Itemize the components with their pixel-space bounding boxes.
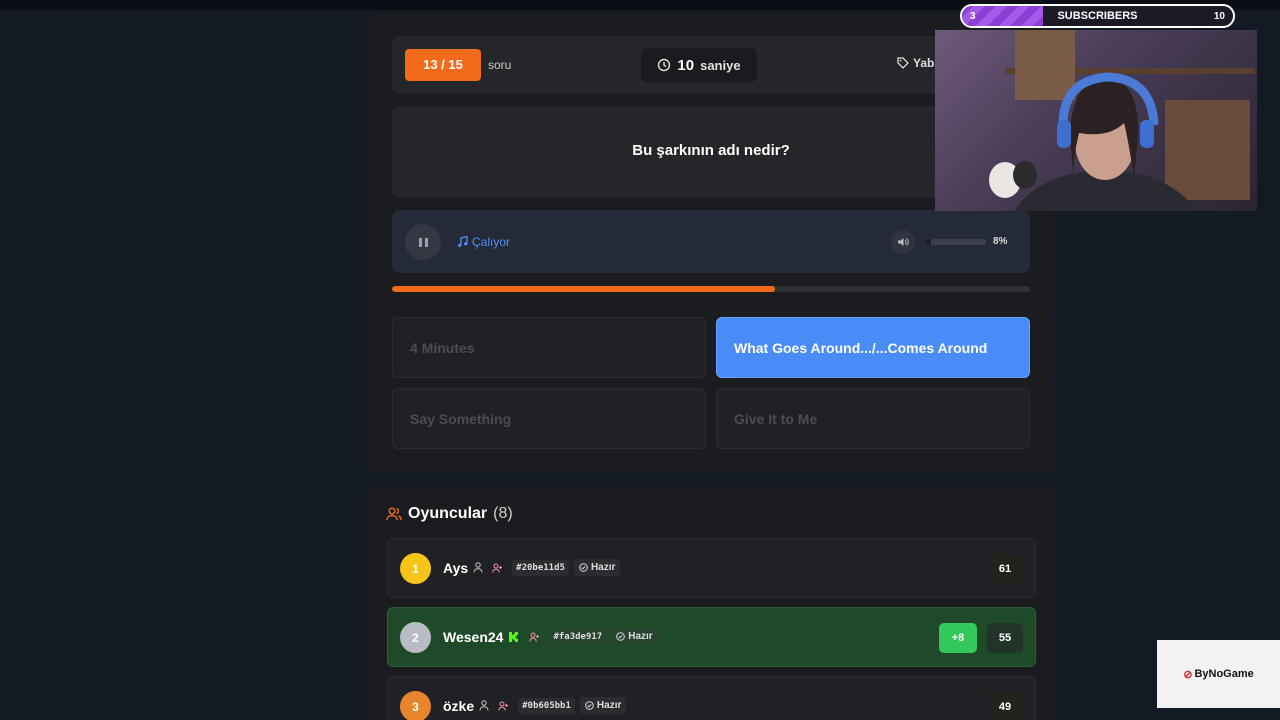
ready-badge: Hazır: [573, 559, 621, 576]
player-code: #fa3de917: [549, 628, 607, 645]
timer-value: 10: [677, 56, 695, 74]
players-heading: Oyuncular (8): [386, 505, 513, 523]
timer: 10 saniye: [641, 48, 757, 82]
player-code: #0b605bb1: [518, 697, 575, 714]
rank-badge: 3: [400, 691, 431, 720]
score-gain-badge: +8: [939, 623, 977, 653]
playing-label: Çalıyor: [472, 235, 511, 249]
ready-label: Hazır: [590, 562, 616, 573]
pause-icon-bar: [418, 237, 422, 247]
volume-button[interactable]: [891, 230, 915, 254]
player-score: 55: [987, 623, 1023, 653]
player-name: Ays: [443, 559, 469, 576]
subscriber-goal-bar: 3 SUBSCRIBERS 10: [960, 4, 1235, 28]
player-score: 61: [987, 554, 1023, 584]
pause-button[interactable]: [405, 224, 441, 260]
ready-badge: Hazır: [579, 697, 627, 714]
brand-logo: ⊘ ByNoGame: [1157, 640, 1280, 708]
streamer-figure: [989, 72, 1196, 211]
player-info: Wesen24 #fa3de917 Hazır: [443, 628, 658, 645]
player-row: 1 Ays #20be11d5 Hazır 61: [387, 538, 1036, 598]
subscriber-label: SUBSCRIBERS: [1057, 10, 1138, 22]
player-code: #20be11d5: [512, 559, 569, 576]
timer-unit: saniye: [700, 57, 741, 73]
add-friend-icon[interactable]: [492, 562, 503, 573]
player-score: 49: [987, 692, 1023, 720]
webcam-overlay: [935, 30, 1257, 211]
ready-label: Hazır: [628, 631, 653, 642]
check-circle-icon: [579, 563, 588, 572]
volume-percent: 8%: [993, 236, 1008, 247]
check-circle-icon: [616, 632, 626, 641]
player-name: Wesen24: [443, 628, 504, 645]
ready-badge: Hazır: [611, 628, 658, 645]
music-note-icon: [457, 236, 468, 248]
question-counter: 13 / 15: [405, 49, 481, 81]
players-title: Oyuncular: [408, 505, 488, 522]
song-progress-fill: [392, 286, 775, 292]
playing-status: Çalıyor: [457, 235, 510, 249]
add-friend-icon[interactable]: [529, 631, 540, 642]
user-icon: [479, 700, 489, 711]
volume-slider[interactable]: [926, 239, 986, 245]
clock-icon: [657, 58, 671, 72]
pause-icon-bar: [424, 237, 428, 247]
player-row: 3 özke #0b605bb1 Hazır 49: [387, 676, 1036, 720]
kick-logo-icon: [508, 631, 520, 643]
check-circle-icon: [585, 701, 594, 710]
players-count: (8): [493, 505, 513, 522]
ready-label: Hazır: [596, 700, 622, 711]
subscriber-goal: 10: [1213, 11, 1225, 22]
player-info: özke #0b605bb1 Hazır: [443, 697, 627, 714]
player-row: 2 Wesen24 #fa3de917 Hazır +8 55: [387, 607, 1036, 667]
speaker-icon: [897, 236, 909, 248]
brand-name: ByNoGame: [1194, 668, 1254, 680]
answer-option-4[interactable]: Give It to Me: [716, 388, 1030, 449]
song-progress-bar: [392, 286, 1030, 292]
users-icon: [386, 507, 402, 521]
answer-option-3[interactable]: Say Something: [392, 388, 706, 449]
brand-mark-icon: ⊘: [1183, 668, 1193, 681]
player-name: özke: [443, 697, 475, 714]
question-counter-label: soru: [488, 58, 512, 72]
answer-option-2[interactable]: What Goes Around.../...Comes Around: [716, 317, 1030, 378]
tag-icon: [897, 57, 909, 69]
add-friend-icon[interactable]: [498, 700, 509, 711]
player-info: Ays #20be11d5 Hazır: [443, 559, 621, 576]
rank-badge: 2: [400, 622, 431, 653]
user-icon: [473, 562, 483, 573]
answer-option-1[interactable]: 4 Minutes: [392, 317, 706, 378]
volume-slider-fill: [926, 239, 931, 245]
rank-badge: 1: [400, 553, 431, 584]
